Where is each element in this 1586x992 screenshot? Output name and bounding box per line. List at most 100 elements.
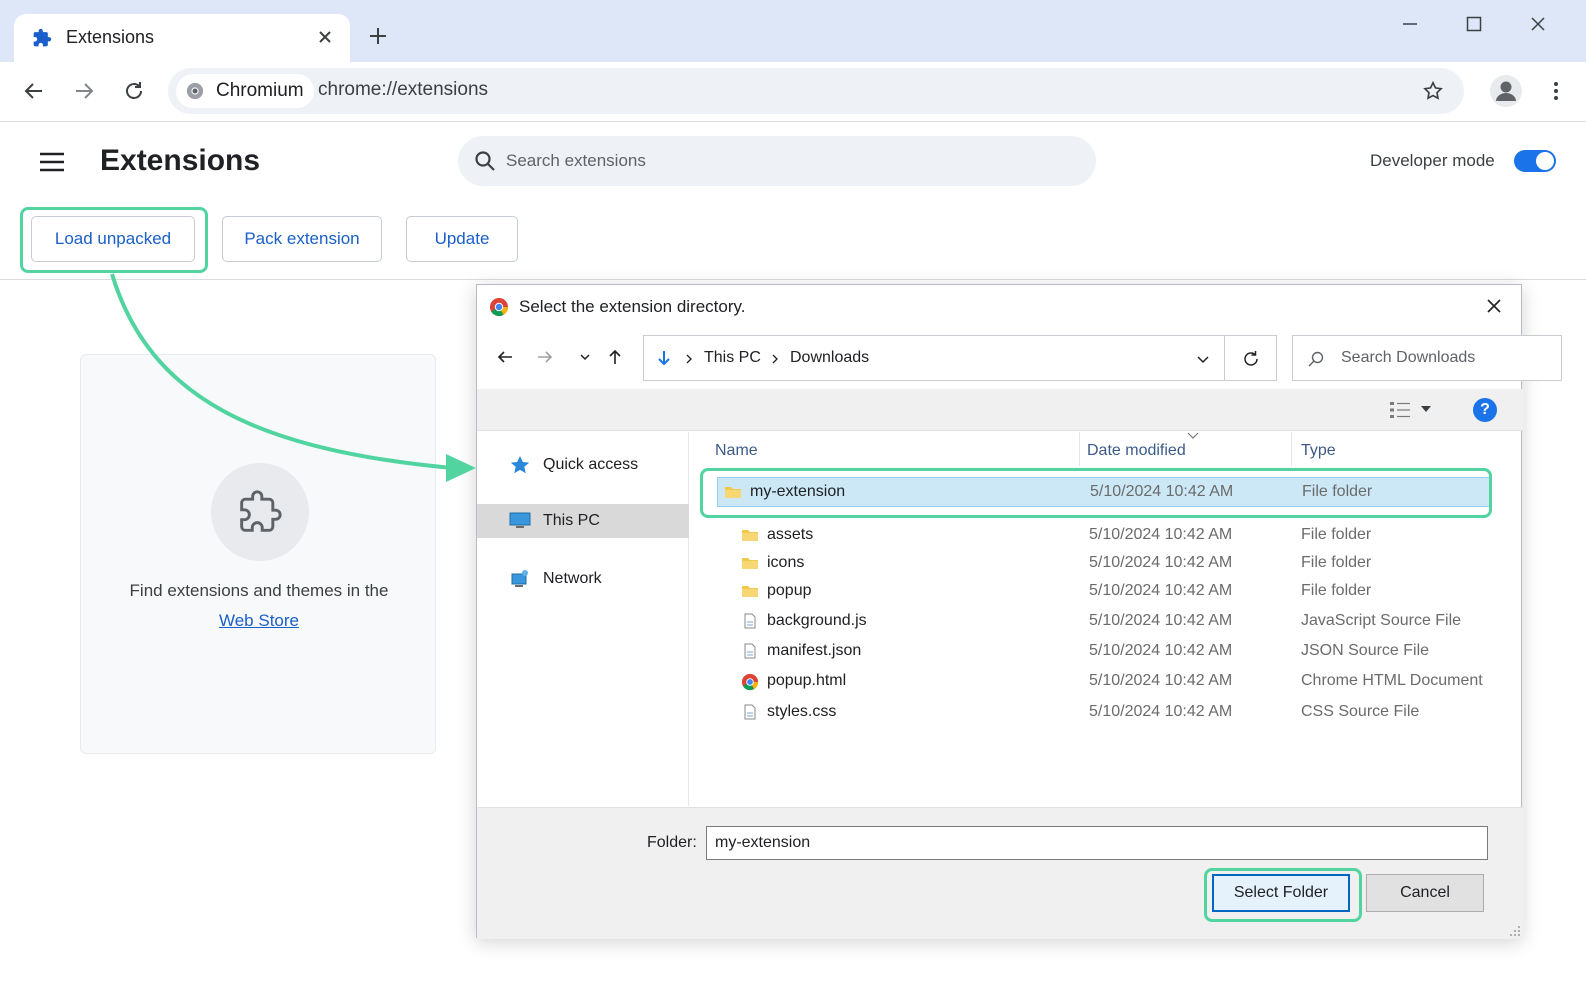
nav-label: This PC [543, 512, 600, 529]
folder-input[interactable] [706, 826, 1488, 860]
file-date: 5/10/2024 10:42 AM [1089, 642, 1233, 659]
address-bar[interactable]: Chromium chrome://extensions [168, 68, 1464, 114]
computer-icon [509, 512, 531, 528]
breadcrumb-this-pc[interactable]: This PC [704, 349, 761, 367]
view-dropdown-icon[interactable] [1421, 405, 1431, 413]
close-dialog-icon[interactable] [1485, 297, 1503, 315]
file-row[interactable]: background.js 5/10/2024 10:42 AM JavaScrip… [717, 607, 1491, 637]
file-date: 5/10/2024 10:42 AM [1089, 554, 1233, 571]
recent-locations-chevron-icon[interactable] [575, 347, 595, 367]
search-icon [1308, 351, 1324, 367]
star-icon [510, 456, 530, 474]
view-options-icon[interactable] [1389, 401, 1411, 419]
site-chip[interactable]: Chromium [176, 74, 314, 108]
new-tab-icon[interactable] [368, 26, 388, 46]
file-date: 5/10/2024 10:42 AM [1089, 582, 1233, 599]
hamburger-menu-icon[interactable] [38, 150, 66, 174]
tab-title: Extensions [66, 27, 155, 47]
forward-arrow-icon[interactable] [535, 347, 555, 367]
file-name: popup [767, 582, 812, 599]
dialog-navigation-pane: Quick access This PC Network [477, 432, 689, 806]
web-store-link[interactable]: Web Store [81, 611, 437, 631]
chrome-icon [741, 673, 759, 691]
puzzle-icon [33, 28, 52, 47]
file-name: background.js [767, 612, 867, 629]
dialog-navigation-bar: This PC Downloads Search Downloads [477, 329, 1562, 385]
column-divider[interactable] [1291, 432, 1292, 466]
file-row[interactable]: popup 5/10/2024 10:42 AM File folder [717, 577, 1491, 607]
url-text: chrome://extensions [318, 79, 489, 100]
resize-grip-icon[interactable] [1509, 925, 1521, 937]
file-row[interactable]: styles.css 5/10/2024 10:42 AM CSS Source F… [717, 698, 1491, 728]
forward-icon[interactable] [72, 79, 96, 103]
update-button[interactable]: Update [406, 216, 518, 262]
column-header-name[interactable]: Name [715, 442, 758, 460]
file-date: 5/10/2024 10:42 AM [1089, 612, 1233, 629]
maximize-icon[interactable] [1464, 14, 1484, 34]
nav-quick-access[interactable]: Quick access [477, 448, 689, 482]
developer-mode-toggle[interactable] [1514, 150, 1556, 172]
page-title: Extensions [100, 144, 261, 177]
extensions-header: Extensions Search extensions Developer m… [0, 122, 1586, 280]
search-extensions-input[interactable]: Search extensions [458, 136, 1096, 186]
file-type: Chrome HTML Document [1301, 672, 1483, 689]
downloads-arrow-icon [658, 351, 670, 366]
up-arrow-icon[interactable] [605, 347, 625, 367]
breadcrumb-downloads[interactable]: Downloads [790, 349, 869, 367]
folder-label: Folder: [647, 834, 697, 851]
network-icon [511, 570, 528, 587]
nav-this-pc[interactable]: This PC [477, 504, 689, 538]
help-icon[interactable]: ? [1473, 398, 1497, 422]
nav-network[interactable]: Network [477, 562, 689, 596]
column-header-date[interactable]: Date modified [1087, 442, 1186, 460]
nav-label: Network [543, 570, 602, 587]
back-arrow-icon[interactable] [495, 347, 515, 367]
search-downloads-placeholder: Search Downloads [1341, 349, 1476, 366]
select-folder-dialog: Select the extension directory. This PC [476, 284, 1562, 939]
folder-icon [741, 527, 759, 543]
load-unpacked-highlight [20, 207, 208, 273]
sort-indicator-icon [1187, 432, 1199, 439]
file-name: styles.css [767, 703, 837, 720]
dialog-address-bar[interactable]: This PC Downloads [643, 335, 1225, 381]
folder-icon [741, 583, 759, 599]
profile-avatar[interactable] [1490, 75, 1522, 107]
back-icon[interactable] [22, 79, 46, 103]
minimize-icon[interactable] [1400, 14, 1420, 34]
more-menu-icon[interactable] [1544, 79, 1568, 103]
chrome-logo-icon [490, 298, 508, 317]
file-row[interactable]: manifest.json 5/10/2024 10:42 AM JSON Sour… [717, 637, 1491, 667]
search-icon [475, 151, 495, 171]
breadcrumb-separator-icon [772, 354, 778, 364]
column-divider[interactable] [1079, 432, 1080, 466]
file-row[interactable]: assets 5/10/2024 10:42 AM File folder [717, 521, 1491, 551]
close-tab-icon[interactable] [316, 28, 334, 46]
file-row[interactable]: icons 5/10/2024 10:42 AM File folder [717, 549, 1491, 579]
file-date: 5/10/2024 10:42 AM [1089, 526, 1233, 543]
file-name: manifest.json [767, 642, 862, 659]
search-downloads-input[interactable]: Search Downloads [1292, 335, 1562, 381]
pack-extension-button[interactable]: Pack extension [222, 216, 382, 262]
close-window-icon[interactable] [1528, 14, 1548, 34]
file-type: JSON Source File [1301, 642, 1430, 659]
cancel-button[interactable]: Cancel [1366, 874, 1484, 912]
file-icon [741, 613, 759, 629]
bookmark-star-icon[interactable] [1422, 80, 1444, 102]
select-folder-highlight [1204, 868, 1362, 922]
file-row[interactable]: popup.html 5/10/2024 10:42 AM Chrome HTML … [717, 667, 1491, 697]
file-date: 5/10/2024 10:42 AM [1089, 703, 1233, 720]
refresh-button[interactable] [1225, 335, 1277, 381]
reload-icon[interactable] [122, 79, 146, 103]
file-type: JavaScript Source File [1301, 612, 1462, 629]
tab-extensions[interactable]: Extensions [14, 14, 350, 62]
empty-state-card: Find extensions and themes in the Web St… [80, 354, 436, 754]
developer-mode-label: Developer mode [1370, 151, 1495, 170]
chromium-icon [186, 82, 204, 100]
file-type: File folder [1301, 526, 1372, 543]
file-type: File folder [1301, 582, 1372, 599]
file-icon [741, 643, 759, 659]
address-dropdown-icon[interactable] [1194, 350, 1212, 368]
column-header-type[interactable]: Type [1301, 442, 1336, 460]
folder-icon [741, 555, 759, 571]
file-date: 5/10/2024 10:42 AM [1089, 672, 1233, 689]
